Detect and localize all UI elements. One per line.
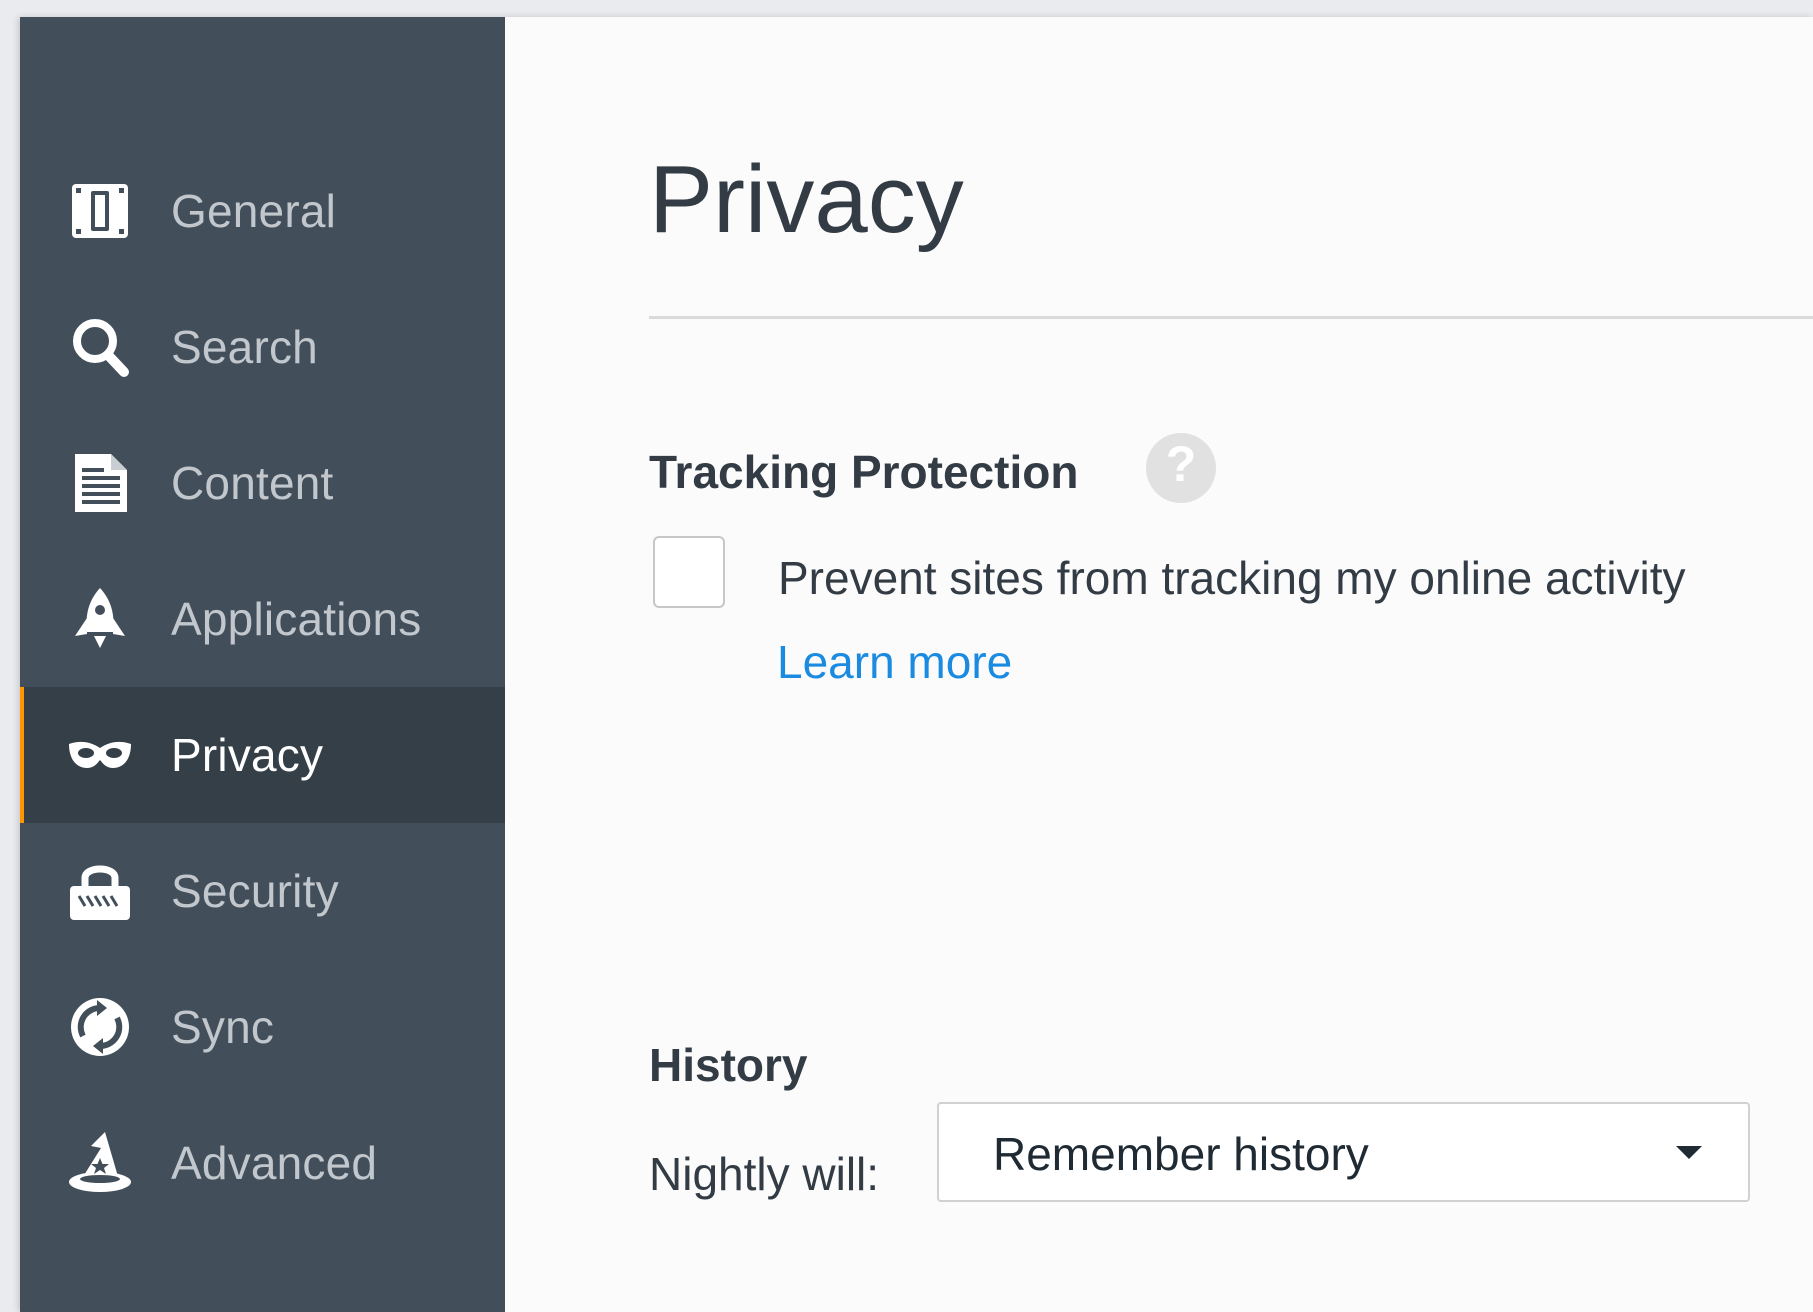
sidebar-item-label: Applications xyxy=(171,593,422,645)
sidebar-item-label: Sync xyxy=(171,1001,275,1053)
sidebar-item-content[interactable]: Content xyxy=(20,415,505,551)
tracking-protection-checkbox-label[interactable]: Prevent sites from tracking my online ac… xyxy=(778,555,1686,601)
tracking-protection-heading: Tracking Protection xyxy=(649,446,1079,498)
learn-more-link[interactable]: Learn more xyxy=(777,639,1012,685)
sidebar-item-label: General xyxy=(171,185,337,237)
sidebar-item-privacy[interactable]: Privacy xyxy=(20,687,505,823)
help-icon[interactable]: ? xyxy=(1146,433,1216,503)
title-divider xyxy=(649,316,1813,319)
privacy-pane: Privacy Tracking Protection ? Prevent si… xyxy=(505,17,1813,1312)
sidebar-item-search[interactable]: Search xyxy=(20,279,505,415)
search-icon xyxy=(67,314,133,380)
sidebar-item-security[interactable]: Security xyxy=(20,823,505,959)
tracking-protection-checkbox[interactable] xyxy=(653,536,725,608)
history-mode-label: Nightly will: xyxy=(649,1148,880,1200)
sidebar-item-sync[interactable]: Sync xyxy=(20,959,505,1095)
preferences-window: General Search Content Applications Priv… xyxy=(20,17,1813,1312)
help-question-mark: ? xyxy=(1165,436,1197,492)
sidebar-item-applications[interactable]: Applications xyxy=(20,551,505,687)
sidebar-item-label: Advanced xyxy=(171,1137,378,1189)
sidebar-item-advanced[interactable]: Advanced xyxy=(20,1095,505,1231)
history-mode-selected-value: Remember history xyxy=(993,1128,1369,1180)
rocket-icon xyxy=(67,586,133,652)
sidebar-nav: General Search Content Applications Priv… xyxy=(20,143,505,1231)
sidebar-item-label: Privacy xyxy=(171,729,324,781)
sidebar-item-label: Search xyxy=(171,321,318,373)
dropdown-arrow-icon xyxy=(1676,1146,1702,1159)
wizard-hat-icon xyxy=(67,1130,133,1196)
sidebar: General Search Content Applications Priv… xyxy=(20,17,505,1312)
sidebar-item-label: Content xyxy=(171,457,334,509)
general-icon xyxy=(67,178,133,244)
sidebar-item-general[interactable]: General xyxy=(20,143,505,279)
history-mode-dropdown[interactable]: Remember history xyxy=(937,1102,1750,1202)
sidebar-item-label: Security xyxy=(171,865,339,917)
mask-icon xyxy=(67,722,133,788)
content-document-icon xyxy=(67,450,133,516)
history-heading: History xyxy=(649,1039,808,1091)
lock-icon xyxy=(67,858,133,924)
page-title: Privacy xyxy=(649,146,964,253)
sync-icon xyxy=(67,994,133,1060)
